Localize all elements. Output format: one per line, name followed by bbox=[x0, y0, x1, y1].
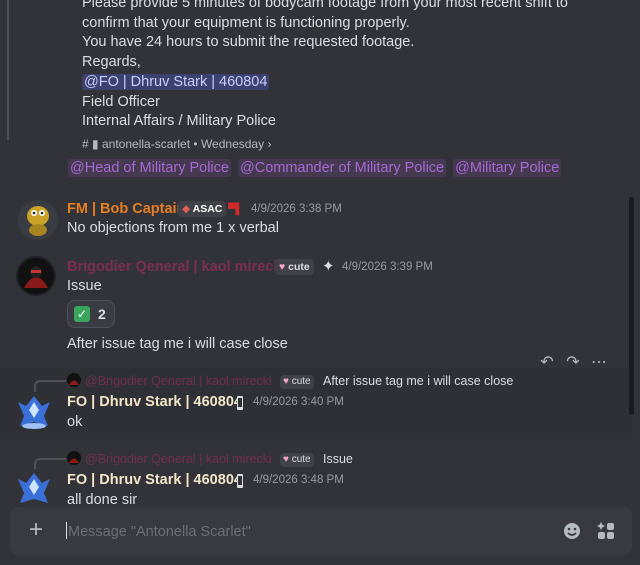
message-text: No objections from me 1 x verbal bbox=[67, 220, 279, 236]
reply-preview[interactable]: Issue bbox=[323, 452, 353, 466]
plus-icon[interactable]: + bbox=[26, 518, 46, 542]
emoji-icon[interactable] bbox=[562, 521, 582, 541]
text-cursor bbox=[66, 522, 67, 539]
reply-server-tag: ♥ cute bbox=[280, 453, 314, 467]
timestamp: 4/9/2026 3:48 PM bbox=[253, 474, 344, 486]
message-text: After issue tag me i will case close bbox=[67, 336, 288, 352]
reaction-count: 2 bbox=[98, 306, 106, 322]
timestamp: 4/9/2026 3:38 PM bbox=[251, 203, 342, 215]
signature-line: Internal Affairs / Military Police bbox=[82, 113, 276, 130]
quote-line: Regards, bbox=[82, 54, 141, 71]
phone-badge-icon bbox=[235, 396, 245, 410]
reply-author[interactable]: @Brigodier Qeneral | kaol mirecki bbox=[85, 374, 272, 388]
quote-line: Please provide 5 minutes of bodycam foot… bbox=[82, 0, 568, 11]
steak-icon: ◆ bbox=[182, 203, 191, 215]
phone-badge-icon bbox=[235, 474, 245, 488]
reply-connector bbox=[34, 458, 66, 470]
reply-server-tag: ♥ cute bbox=[280, 375, 314, 389]
role-mention[interactable]: @Head of Military Police bbox=[68, 159, 231, 177]
role-mention[interactable]: @Commander of Military Police bbox=[238, 159, 447, 177]
message-list[interactable]: Please provide 5 minutes of bodycam foot… bbox=[0, 0, 640, 505]
channel-doc-icon: ▮ bbox=[92, 137, 99, 151]
message-text: ok bbox=[67, 414, 83, 430]
author-name[interactable]: FO | Dhruv Stark | 460804 bbox=[67, 472, 242, 488]
check-mark-icon: ✓ bbox=[74, 306, 90, 322]
apps-icon[interactable] bbox=[596, 521, 616, 541]
heart-icon: ♥ bbox=[283, 376, 289, 387]
server-tag[interactable]: ◆ ASAC bbox=[178, 201, 227, 217]
author-name[interactable]: FO | Dhruv Stark | 460804 bbox=[67, 394, 242, 410]
message-input[interactable] bbox=[66, 517, 540, 547]
server-tag[interactable]: ♥ cute bbox=[275, 259, 314, 275]
avatar[interactable] bbox=[14, 469, 54, 505]
author-name[interactable]: FM | Bob Captain bbox=[67, 201, 185, 217]
message-text: all done sir bbox=[67, 492, 138, 505]
forwarded-source[interactable]: # ▮ antonella-scarlet • Wednesday › bbox=[82, 137, 271, 151]
quote-bar bbox=[7, 0, 9, 140]
quote-line: You have 24 hours to submit the requeste… bbox=[82, 34, 415, 51]
timestamp: 4/9/2026 3:39 PM bbox=[342, 261, 433, 273]
reply-connector bbox=[34, 380, 66, 392]
role-mention[interactable]: @Military Police bbox=[453, 159, 562, 177]
reply-preview[interactable]: After issue tag me i will case close bbox=[323, 374, 513, 388]
source-day: Wednesday bbox=[200, 137, 265, 151]
quoted-message: Please provide 5 minutes of bodycam foot… bbox=[82, 0, 568, 132]
heart-icon: ♥ bbox=[283, 454, 289, 465]
badge-icon: ▀▌ bbox=[228, 203, 243, 215]
quote-line: confirm that your equipment is functioni… bbox=[82, 14, 410, 31]
author-name[interactable]: Brigodier Qeneral | kaol mirecki bbox=[67, 259, 285, 275]
user-mention[interactable]: @FO | Dhruv Stark | 460804 bbox=[82, 73, 270, 90]
avatar[interactable] bbox=[14, 392, 54, 432]
sparkle-icon: ✦ bbox=[322, 258, 335, 275]
reply-avatar[interactable] bbox=[67, 451, 81, 465]
reaction-button[interactable]: ✓ 2 bbox=[67, 300, 115, 328]
role-mentions: @Head of Military Police @Commander of M… bbox=[68, 159, 564, 177]
message-composer: + bbox=[10, 507, 632, 555]
signature-line: Field Officer bbox=[82, 93, 160, 110]
avatar[interactable] bbox=[16, 256, 56, 296]
message-text: Issue bbox=[67, 278, 102, 294]
scrollbar-thumb[interactable] bbox=[629, 197, 634, 415]
avatar[interactable] bbox=[18, 200, 58, 240]
reply-avatar[interactable] bbox=[67, 373, 81, 387]
heart-icon: ♥ bbox=[279, 261, 286, 273]
reply-author[interactable]: @Brigodier Qeneral | kaol mirecki bbox=[85, 452, 272, 466]
chevron-right-icon: › bbox=[267, 137, 272, 151]
source-channel: antonella-scarlet bbox=[101, 137, 191, 151]
channel-hash-icon: # bbox=[82, 137, 89, 151]
timestamp: 4/9/2026 3:40 PM bbox=[253, 396, 344, 408]
